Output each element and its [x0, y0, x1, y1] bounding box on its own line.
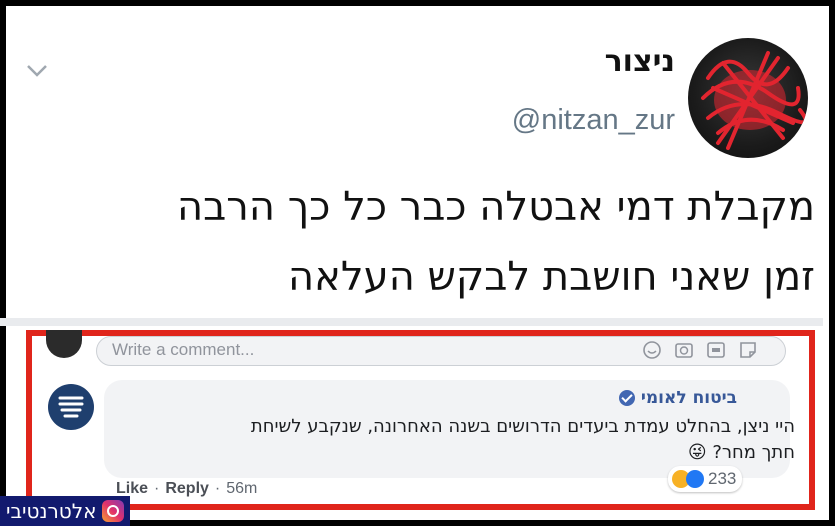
- reaction-summary[interactable]: 233: [668, 466, 743, 492]
- comment-input-placeholder[interactable]: Write a comment...: [112, 340, 254, 360]
- commenter-name[interactable]: ביטוח לאומי: [641, 388, 737, 408]
- watermark-text: אלטרנטיבי: [6, 499, 97, 523]
- separator-dot: ·: [154, 480, 160, 497]
- comment-text-line: היי ניצן, בהחלט עמדת ביעדים הדרושים בשנה…: [250, 416, 795, 437]
- comment-actions: Like · Reply · 56m: [116, 480, 257, 498]
- scribble-redaction: [701, 51, 808, 150]
- comment-input-icons: [642, 338, 758, 362]
- watermark: אלטרנטיבי: [0, 496, 131, 526]
- like-reaction-icon: [686, 470, 704, 488]
- reaction-count: 233: [708, 469, 737, 488]
- comment-timestamp[interactable]: 56m: [226, 480, 257, 498]
- camera-icon[interactable]: [674, 340, 694, 360]
- tweet-author-name[interactable]: ניצור: [605, 44, 675, 79]
- section-divider: [0, 318, 823, 326]
- profile-avatar[interactable]: [688, 38, 808, 158]
- tweet-text-line: מקבלת דמי אבטלה כבר כל כך הרבה: [177, 184, 815, 230]
- comment-text: היי ניצן, בהחלט עמדת ביעדים הדרושים בשנה…: [135, 414, 795, 466]
- emoji-icon[interactable]: [642, 340, 662, 360]
- gif-icon[interactable]: [706, 340, 726, 360]
- commenter-name-row: ביטוח לאומי: [618, 388, 737, 408]
- tweet-text: מקבלת דמי אבטלה כבר כל כך הרבה זמן שאני …: [25, 172, 815, 312]
- sticker-icon[interactable]: [738, 340, 758, 360]
- tweet-text-line: זמן שאני חושבת לבקש העלאה: [288, 254, 815, 300]
- tweet-author-handle[interactable]: @nitzan_zur: [512, 104, 675, 137]
- bituach-leumi-logo-icon: [58, 396, 84, 418]
- reply-button[interactable]: Reply: [165, 480, 209, 498]
- separator-dot: ·: [214, 480, 221, 497]
- comment-text-line: חתך מחר? 😜: [687, 442, 795, 463]
- instagram-icon: [102, 500, 125, 522]
- verified-badge-icon: [618, 390, 635, 406]
- commenter-avatar[interactable]: [48, 384, 94, 430]
- chevron-down-icon[interactable]: [26, 64, 48, 78]
